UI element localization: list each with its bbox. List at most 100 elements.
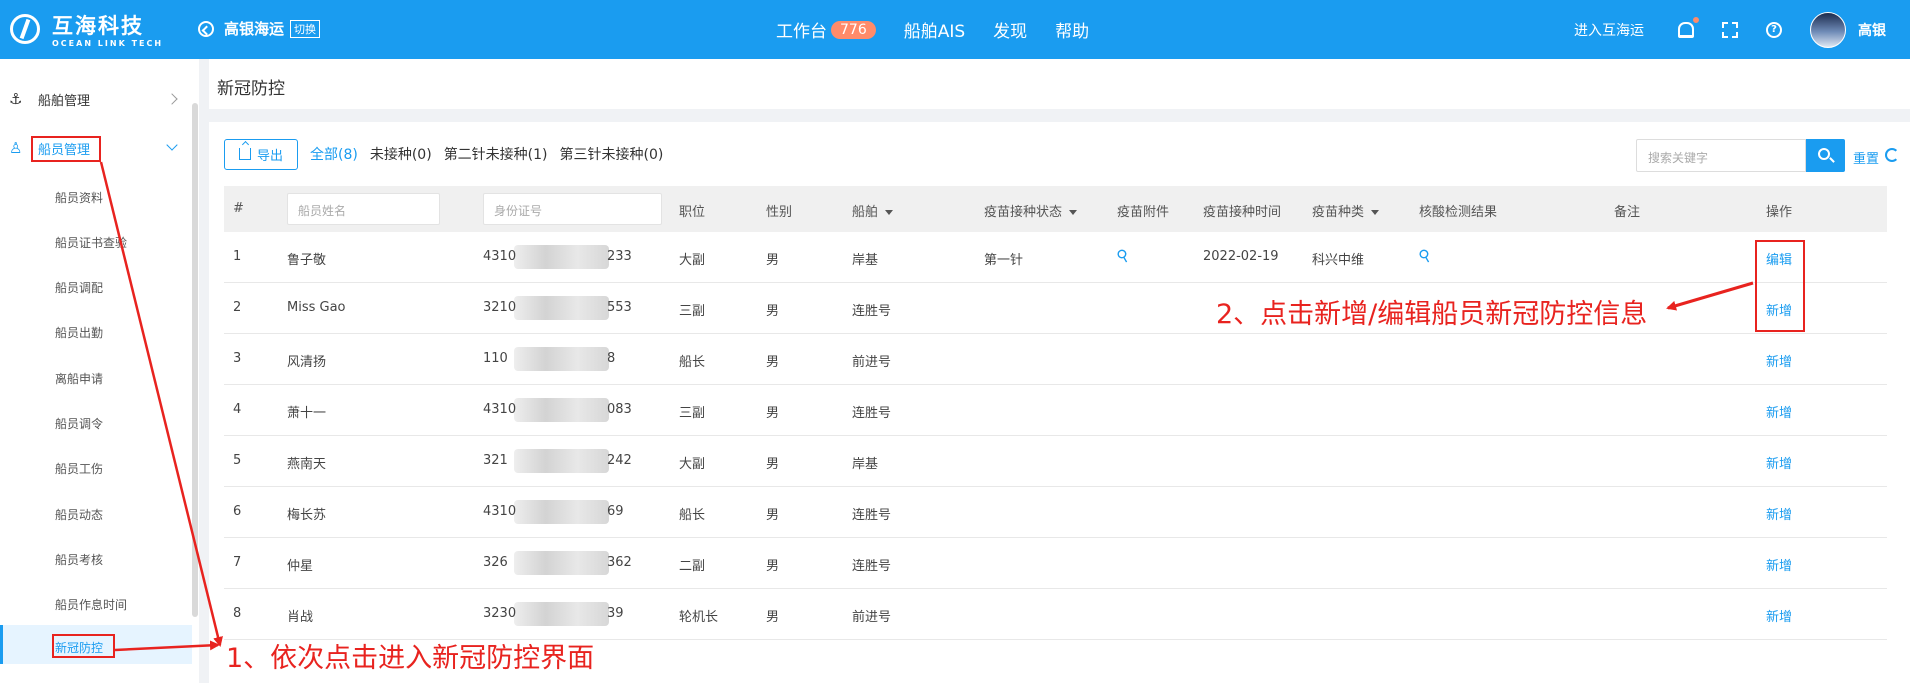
nav-ship-ais[interactable]: 船舶AIS	[904, 17, 965, 42]
col-vaccine-type-label: 疫苗种类	[1312, 205, 1365, 220]
sidebar-item-leave-request[interactable]: 离船申请	[55, 370, 103, 387]
top-bar: 互海科技 OCEAN LINK TECH 高银海运 切换 工作台 776 船舶A…	[0, 0, 1910, 59]
filter-third-dose-missing[interactable]: 第三针未接种(0)	[560, 144, 664, 164]
filter-unvaccinated[interactable]: 未接种(0)	[370, 144, 432, 164]
bell-icon[interactable]	[1678, 14, 1701, 38]
nav-workbench-label: 工作台	[776, 22, 827, 42]
sidebar-item-crew-order[interactable]: 船员调令	[55, 415, 103, 432]
sidebar-item-crew-attendance[interactable]: 船员出勤	[55, 324, 103, 341]
crew-name: 肖战	[287, 610, 314, 625]
sidebar-item-crew-dynamics[interactable]: 船员动态	[55, 506, 103, 523]
col-remark: 备注	[1614, 205, 1641, 220]
crew-name: 仲星	[287, 559, 314, 574]
search-button[interactable]	[1806, 139, 1845, 172]
sidebar-item-crew-allocation[interactable]: 船员调配	[55, 279, 103, 296]
col-gender: 性别	[766, 205, 793, 220]
col-vaccine-status-label: 疫苗接种状态	[984, 205, 1063, 220]
sidebar-item-certificate-check[interactable]: 船员证书查验	[55, 234, 127, 251]
crew-position: 三副	[679, 304, 706, 319]
annotation-box-crew-management	[31, 136, 101, 162]
sidebar-item-crew-profile[interactable]: 船员资料	[55, 189, 103, 206]
enter-hhy-link[interactable]: 进入互海运	[1574, 20, 1644, 40]
add-link[interactable]: 新增	[1766, 555, 1792, 574]
search-input[interactable]: 搜索关键字	[1636, 139, 1806, 172]
sidebar-item-crew-assessment[interactable]: 船员考核	[55, 551, 103, 568]
table-row: 6 梅长苏 4310 69 船长 男 连胜号 新增	[224, 487, 1887, 538]
crew-position: 三副	[679, 406, 706, 421]
logo-icon	[10, 14, 40, 44]
add-link[interactable]: 新增	[1766, 402, 1792, 421]
logo[interactable]: 互海科技 OCEAN LINK TECH	[10, 10, 163, 48]
col-vaccine-status[interactable]: 疫苗接种状态	[984, 201, 1078, 220]
nav-help[interactable]: 帮助	[1055, 17, 1089, 42]
user-name[interactable]: 高银	[1858, 20, 1886, 40]
id-number-redaction	[514, 500, 609, 524]
crew-position: 船长	[679, 508, 706, 523]
sidebar-group-vessel[interactable]: ⚓ 船舶管理	[0, 79, 192, 119]
person-icon: ♙	[9, 139, 23, 157]
row-index: 7	[233, 555, 242, 570]
row-index: 8	[233, 606, 242, 621]
toolbar: 导出 全部(8) 未接种(0) 第二针未接种(1) 第三针未接种(0)	[224, 138, 664, 170]
id-number-redaction	[514, 449, 609, 473]
chevron-right-icon	[166, 93, 178, 105]
id-number-prefix: 3210	[483, 300, 517, 315]
vaccine-status: 第一针	[984, 253, 1024, 268]
id-number-suffix: 242	[607, 453, 632, 468]
back-icon[interactable]	[198, 20, 214, 37]
table-row: 7 仲星 326 362 二副 男 连胜号 新增	[224, 538, 1887, 589]
annotation-box-actions	[1755, 240, 1805, 332]
id-number-prefix: 4310	[483, 504, 517, 519]
notification-dot	[1691, 14, 1701, 25]
add-link[interactable]: 新增	[1766, 351, 1792, 370]
col-vaccine-type[interactable]: 疫苗种类	[1312, 201, 1380, 220]
col-vessel-label: 船舶	[852, 205, 879, 220]
add-link[interactable]: 新增	[1766, 606, 1792, 625]
crew-gender: 男	[766, 610, 780, 625]
id-number-suffix: 233	[607, 249, 632, 264]
paperclip-icon[interactable]: ⚲	[1415, 244, 1435, 266]
page-header: 新冠防控	[209, 59, 1910, 109]
avatar[interactable]	[1810, 11, 1846, 48]
add-link[interactable]: 新增	[1766, 504, 1792, 523]
switch-company-button[interactable]: 切换	[290, 19, 321, 38]
company-selector[interactable]: 高银海运 切换	[198, 18, 321, 39]
id-number-prefix: 321	[483, 453, 508, 468]
anchor-icon: ⚓	[9, 90, 23, 108]
id-number-filter-input[interactable]: 身份证号	[483, 193, 662, 225]
paperclip-icon[interactable]: ⚲	[1113, 244, 1133, 266]
table-row: 1 鲁子敬 4310 233 大副男岸基 第一针 2022-02-19 科兴中维 ⚲ ⚲ 编辑	[224, 232, 1887, 283]
help-icon[interactable]: ?	[1766, 21, 1782, 38]
row-index: 5	[233, 453, 242, 468]
reset-button[interactable]: 重置	[1853, 148, 1879, 167]
nav-workbench[interactable]: 工作台 776	[776, 17, 876, 42]
sidebar-group-label: 船舶管理	[38, 93, 91, 109]
filter-second-dose-missing[interactable]: 第二针未接种(1)	[444, 144, 548, 164]
crew-gender: 男	[766, 304, 780, 319]
sidebar-scrollbar[interactable]	[192, 103, 198, 617]
logo-subtitle: OCEAN LINK TECH	[52, 39, 164, 48]
col-vessel[interactable]: 船舶	[852, 201, 894, 220]
row-index: 4	[233, 402, 242, 417]
export-button[interactable]: 导出	[224, 138, 298, 170]
col-vaccine-time: 疫苗接种时间	[1203, 205, 1282, 220]
sidebar-item-work-injury[interactable]: 船员工伤	[55, 460, 103, 477]
crew-vessel: 连胜号	[852, 406, 892, 421]
page-title: 新冠防控	[217, 79, 285, 99]
id-number-prefix: 4310	[483, 249, 517, 264]
nav-discover[interactable]: 发现	[993, 17, 1027, 42]
crew-name-filter-input[interactable]: 船员姓名	[287, 193, 440, 225]
refresh-icon[interactable]	[1885, 148, 1899, 162]
id-number-suffix: 083	[607, 402, 632, 417]
crew-gender: 男	[766, 508, 780, 523]
add-link[interactable]: 新增	[1766, 453, 1792, 472]
crew-vessel: 前进号	[852, 610, 892, 625]
filter-all[interactable]: 全部(8)	[310, 144, 358, 164]
col-position: 职位	[679, 205, 706, 220]
vaccine-time: 2022-02-19	[1203, 249, 1279, 264]
vaccine-type: 科兴中维	[1312, 253, 1365, 268]
fullscreen-icon[interactable]	[1722, 21, 1738, 38]
sidebar-item-rest-hours[interactable]: 船员作息时间	[55, 596, 127, 613]
id-number-redaction	[514, 602, 609, 626]
crew-position: 船长	[679, 355, 706, 370]
